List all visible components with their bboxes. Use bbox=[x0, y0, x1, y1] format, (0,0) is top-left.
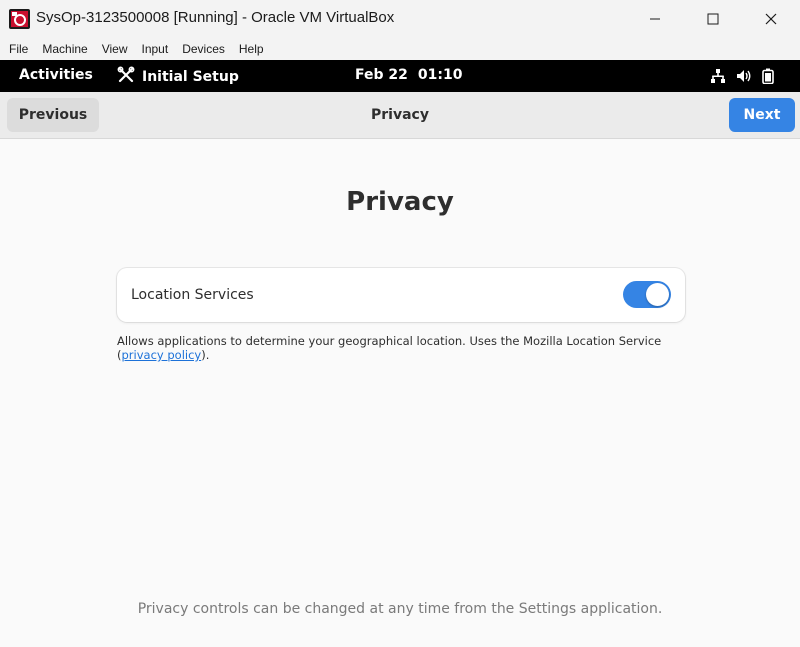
menu-machine[interactable]: Machine bbox=[42, 42, 87, 56]
maximize-icon bbox=[707, 13, 719, 25]
privacy-policy-link[interactable]: privacy policy bbox=[122, 348, 202, 362]
system-status-area[interactable] bbox=[710, 68, 774, 88]
location-services-row[interactable]: Location Services bbox=[117, 268, 685, 322]
next-button[interactable]: Next bbox=[729, 98, 795, 132]
window-title: SysOp-3123500008 [Running] - Oracle VM V… bbox=[36, 9, 395, 26]
menu-file[interactable]: File bbox=[9, 42, 28, 56]
privacy-page: Privacy Location Services Allows applica… bbox=[2, 139, 798, 647]
minimize-button[interactable] bbox=[626, 0, 684, 38]
header-title: Privacy bbox=[371, 107, 429, 123]
battery-icon bbox=[762, 68, 774, 88]
app-menu-label: Initial Setup bbox=[142, 69, 239, 85]
menu-help[interactable]: Help bbox=[239, 42, 264, 56]
tools-icon bbox=[117, 66, 135, 88]
clock-time: 01:10 bbox=[417, 67, 463, 83]
header-bar: Previous Privacy Next bbox=[0, 92, 800, 139]
location-services-label: Location Services bbox=[131, 287, 254, 303]
menu-input[interactable]: Input bbox=[142, 42, 169, 56]
network-icon bbox=[710, 68, 726, 88]
window-titlebar: SysOp-3123500008 [Running] - Oracle VM V… bbox=[0, 0, 800, 38]
activities-button[interactable]: Activities bbox=[19, 67, 93, 83]
location-description: Allows applications to determine your ge… bbox=[117, 334, 687, 362]
maximize-button[interactable] bbox=[684, 0, 742, 38]
volume-icon bbox=[736, 68, 752, 88]
menu-devices[interactable]: Devices bbox=[182, 42, 225, 56]
footer-note: Privacy controls can be changed at any t… bbox=[137, 601, 663, 617]
switch-knob bbox=[646, 283, 669, 306]
menu-view[interactable]: View bbox=[102, 42, 128, 56]
page-title: Privacy bbox=[346, 187, 454, 217]
gnome-topbar: Activities Initial Setup Feb 22 01:10 bbox=[0, 60, 800, 92]
location-services-switch[interactable] bbox=[623, 281, 671, 308]
minimize-icon bbox=[650, 18, 660, 20]
description-suffix: ). bbox=[201, 348, 210, 362]
app-menu[interactable]: Initial Setup bbox=[117, 66, 239, 88]
close-button[interactable] bbox=[742, 0, 800, 38]
clock[interactable]: Feb 22 01:10 bbox=[355, 67, 472, 83]
vm-menubar: File Machine View Input Devices Help bbox=[0, 38, 800, 60]
virtualbox-app-icon bbox=[9, 9, 30, 29]
clock-date: Feb 22 bbox=[355, 67, 408, 83]
close-icon bbox=[765, 13, 777, 25]
